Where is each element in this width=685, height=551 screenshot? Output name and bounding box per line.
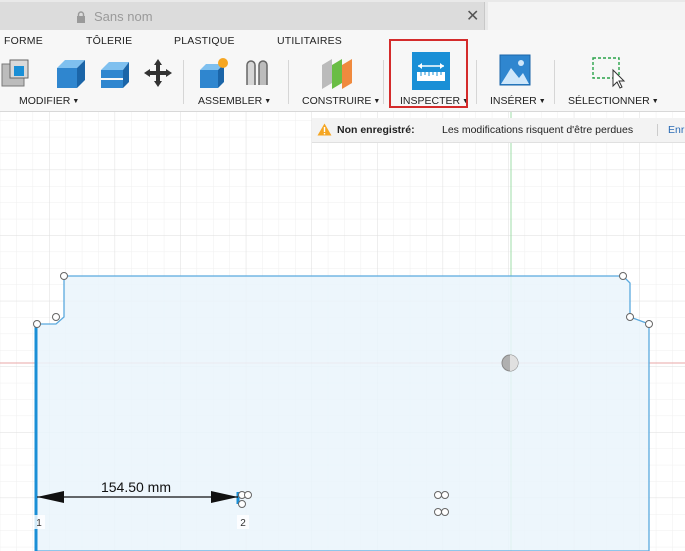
window-select-icon[interactable] — [591, 54, 627, 90]
sketch-point[interactable] — [52, 313, 60, 321]
offset-plane-icon[interactable] — [318, 55, 356, 91]
lock-icon — [77, 11, 85, 23]
document-tab-bar: Sans nom ✕ — [0, 0, 685, 31]
document-title: Sans nom — [94, 9, 153, 24]
construire-menu[interactable]: CONSTRUIRE ▼ — [302, 95, 380, 107]
modifier-label: MODIFIER — [19, 95, 71, 107]
inspecter-highlight-frame — [389, 39, 468, 108]
ribbon-toolbar: FORME TÔLERIE PLASTIQUE UTILITAIRES MODI… — [0, 30, 685, 112]
sketch-point[interactable] — [238, 500, 246, 508]
tab-forme[interactable]: FORME — [4, 35, 43, 47]
sketch-point[interactable] — [244, 491, 252, 499]
sketch-point[interactable] — [645, 320, 653, 328]
point-label-1: 1 — [36, 518, 42, 529]
dimension-value[interactable]: 154.50 mm — [101, 479, 171, 495]
sketch-point[interactable] — [619, 272, 627, 280]
separator — [554, 60, 555, 104]
assembler-menu[interactable]: ASSEMBLER ▼ — [198, 95, 271, 107]
sketch-point[interactable] — [60, 272, 68, 280]
sketch-viewport[interactable]: 154.50 mm 1 2 — [0, 112, 685, 551]
tab-utilitaires[interactable]: UTILITAIRES — [277, 35, 342, 47]
save-link[interactable]: Enr — [657, 124, 684, 136]
fillet-icon[interactable] — [53, 56, 89, 90]
selectionner-menu[interactable]: SÉLECTIONNER ▼ — [568, 95, 659, 107]
design-canvas[interactable]: 154.50 mm 1 2 — [0, 112, 685, 551]
inserer-menu[interactable]: INSÉRER ▼ — [490, 95, 546, 107]
tab-tolerie[interactable]: TÔLERIE — [86, 35, 132, 47]
inserer-label: INSÉRER — [490, 95, 537, 107]
sketch-profile[interactable] — [35, 275, 650, 551]
move-icon[interactable] — [141, 57, 175, 89]
separator — [288, 60, 289, 104]
modifier-menu[interactable]: MODIFIER ▼ — [19, 95, 79, 107]
insert-image-icon[interactable] — [499, 54, 531, 86]
assembler-label: ASSEMBLER — [198, 95, 263, 107]
selectionner-label: SÉLECTIONNER — [568, 95, 650, 107]
document-tab[interactable]: Sans nom ✕ — [0, 2, 485, 30]
joint-icon[interactable] — [241, 57, 275, 89]
sketch-point[interactable] — [626, 313, 634, 321]
close-tab-icon[interactable]: ✕ — [466, 6, 479, 26]
press-pull-icon[interactable] — [0, 56, 32, 88]
notice-title: Non enregistré: — [337, 124, 415, 136]
sketch-point[interactable] — [434, 508, 442, 516]
sketch-point[interactable] — [441, 508, 449, 516]
separator — [183, 60, 184, 104]
tab-plastique[interactable]: PLASTIQUE — [174, 35, 235, 47]
new-component-icon[interactable] — [196, 56, 232, 90]
separator — [476, 60, 477, 104]
warning-icon — [317, 123, 332, 136]
shell-icon[interactable] — [97, 56, 133, 90]
point-label-2: 2 — [240, 518, 246, 529]
notice-message: Les modifications risquent d'être perdue… — [442, 124, 634, 136]
sketch-point[interactable] — [33, 320, 41, 328]
sketch-point[interactable] — [434, 491, 442, 499]
separator — [383, 60, 384, 104]
active-tab-area[interactable] — [488, 2, 685, 30]
sketch-point[interactable] — [441, 491, 449, 499]
construire-label: CONSTRUIRE — [302, 95, 372, 107]
unsaved-notice-bar: Non enregistré: Les modifications risque… — [312, 118, 685, 143]
origin-icon[interactable] — [501, 354, 519, 372]
